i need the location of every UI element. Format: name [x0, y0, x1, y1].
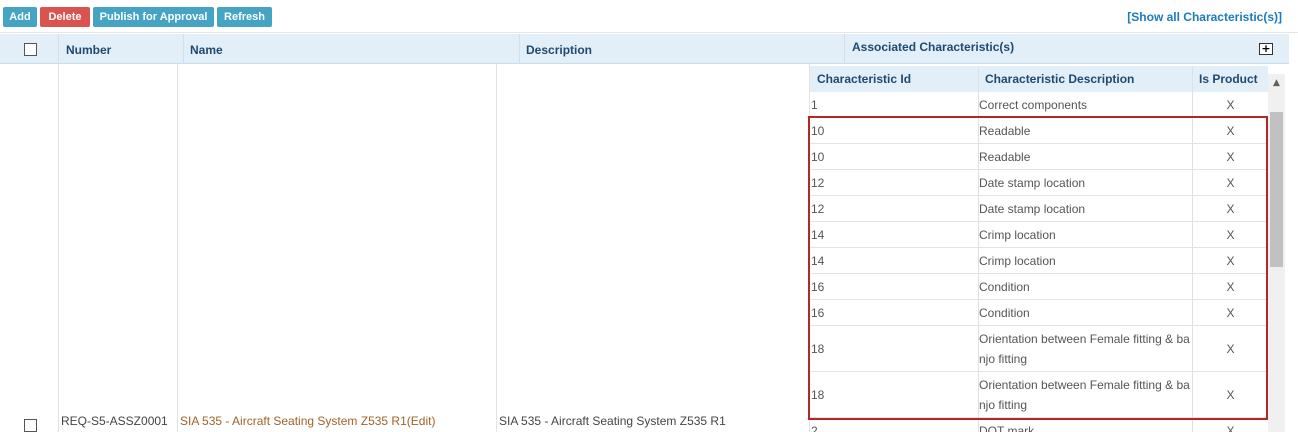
show-all-characteristics-link[interactable]: [Show all Characteristic(s)]: [1127, 10, 1282, 24]
column-header-number[interactable]: Number: [66, 34, 111, 64]
is-product-mark: X: [1226, 424, 1235, 432]
header-divider: [844, 34, 845, 64]
header-divider: [58, 34, 59, 64]
toolbar: Add Delete Publish for Approval Refresh …: [0, 0, 1298, 33]
sub-table-header: Characteristic Id Characteristic Descrip…: [810, 66, 1268, 92]
scrollbar-thumb[interactable]: [1270, 112, 1283, 267]
sub-header-is-product[interactable]: Is Product: [1199, 66, 1258, 92]
characteristic-row[interactable]: 2 DOT mark X: [810, 418, 1268, 432]
header-divider: [519, 34, 520, 64]
grid-header: Number Name Description Associated Chara…: [0, 34, 1289, 64]
scroll-up-arrow-icon[interactable]: ▲: [1268, 74, 1285, 92]
sub-header-characteristic-id[interactable]: Characteristic Id: [817, 66, 911, 92]
highlight-box: [808, 116, 1268, 420]
characteristic-id: 2: [811, 424, 818, 432]
column-header-associated-characteristics[interactable]: Associated Characteristic(s): [852, 34, 1014, 64]
column-header-name[interactable]: Name: [190, 34, 223, 64]
header-divider: [183, 34, 184, 64]
is-product-mark: X: [1226, 98, 1235, 112]
row-number: REQ-S5-ASSZ0001: [61, 414, 168, 428]
sub-header-characteristic-description[interactable]: Characteristic Description: [985, 66, 1134, 92]
publish-for-approval-button[interactable]: Publish for Approval: [93, 7, 214, 27]
column-divider: [58, 64, 59, 432]
refresh-button[interactable]: Refresh: [217, 7, 272, 27]
characteristic-row[interactable]: 1 Correct components X: [810, 92, 1268, 118]
add-button[interactable]: Add: [3, 7, 37, 27]
column-header-description[interactable]: Description: [526, 34, 592, 64]
expand-plus-icon[interactable]: +: [1259, 43, 1273, 55]
row-select-checkbox[interactable]: [24, 419, 37, 432]
row-description: SIA 535 - Aircraft Seating System Z535 R…: [499, 414, 726, 428]
select-all-checkbox[interactable]: [24, 43, 37, 56]
characteristic-description: Correct components: [979, 98, 1088, 112]
column-divider: [177, 64, 178, 432]
characteristic-description: DOT mark: [979, 424, 1035, 432]
delete-button[interactable]: Delete: [40, 7, 90, 27]
column-divider: [496, 64, 497, 432]
row-name-edit-link[interactable]: SIA 535 - Aircraft Seating System Z535 R…: [180, 414, 435, 428]
characteristic-id: 1: [811, 98, 818, 112]
